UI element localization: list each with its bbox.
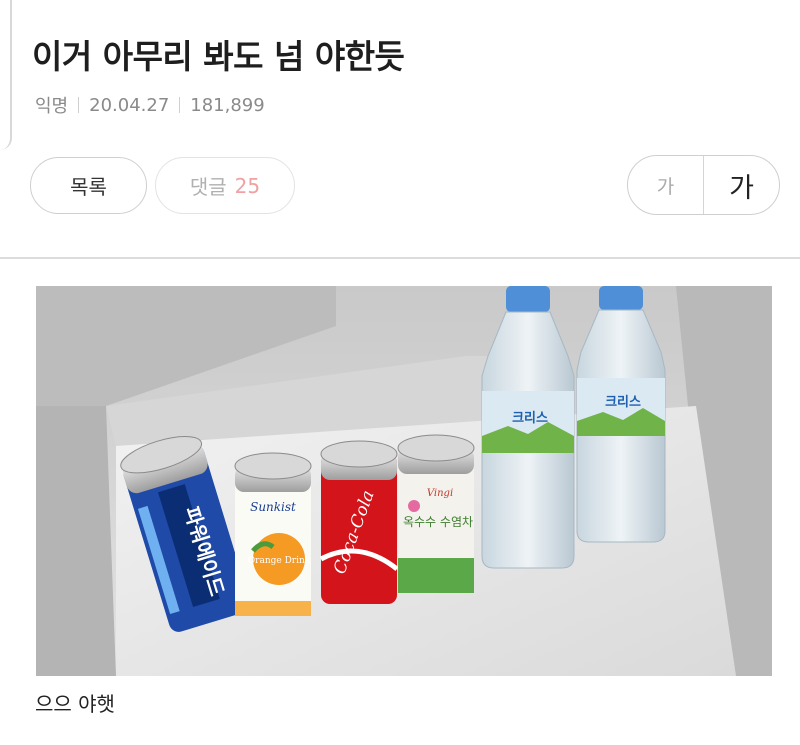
bottle-label-front: 크리스 <box>512 410 548 426</box>
orange-drink-label: Orange Drink <box>248 556 311 566</box>
author-name: 익명 <box>35 96 69 117</box>
post-title: 이거 아무리 봐도 넘 야한듯 <box>32 37 405 76</box>
post-date: 20.04.27 <box>89 94 170 116</box>
vingi-label: Vingi <box>427 488 453 499</box>
section-divider <box>0 257 800 259</box>
meta-separator <box>78 97 80 113</box>
cocacola-can: Coca-Cola <box>319 440 399 604</box>
fridge-photo-illustration: 파워에이드 Sunkist Orange Drink Coca-Cola Vin… <box>36 286 772 676</box>
comments-button-label: 댓글 <box>189 175 227 199</box>
post-meta: 익명 20.04.27 181,899 <box>35 92 265 118</box>
font-small-button[interactable]: 가 <box>628 156 704 214</box>
comments-button[interactable]: 댓글 25 <box>155 157 295 214</box>
font-size-toggle: 가 가 <box>627 155 780 215</box>
post-photo: 파워에이드 Sunkist Orange Drink Coca-Cola Vin… <box>36 286 772 676</box>
sunkist-label: Sunkist <box>250 500 296 514</box>
font-large-label: 가 <box>729 172 754 204</box>
fridge-side-wall <box>36 406 116 676</box>
left-edge-border <box>0 0 12 150</box>
post-body-text: 으으 야햇 <box>35 692 115 716</box>
font-large-button[interactable]: 가 <box>704 156 779 214</box>
corn-tea-label: 옥수수 수염차 <box>403 515 473 529</box>
view-count: 181,899 <box>190 94 265 116</box>
bottle-label-back: 크리스 <box>605 394 641 410</box>
comments-count: 25 <box>234 173 261 198</box>
list-button[interactable]: 목록 <box>30 157 147 214</box>
meta-separator <box>179 97 181 113</box>
corn-silk-tea-can: Vingi 옥수수 수염차 <box>397 434 475 593</box>
list-button-label: 목록 <box>70 175 107 199</box>
sunkist-can: Sunkist Orange Drink <box>234 452 312 616</box>
font-small-label: 가 <box>656 175 675 198</box>
